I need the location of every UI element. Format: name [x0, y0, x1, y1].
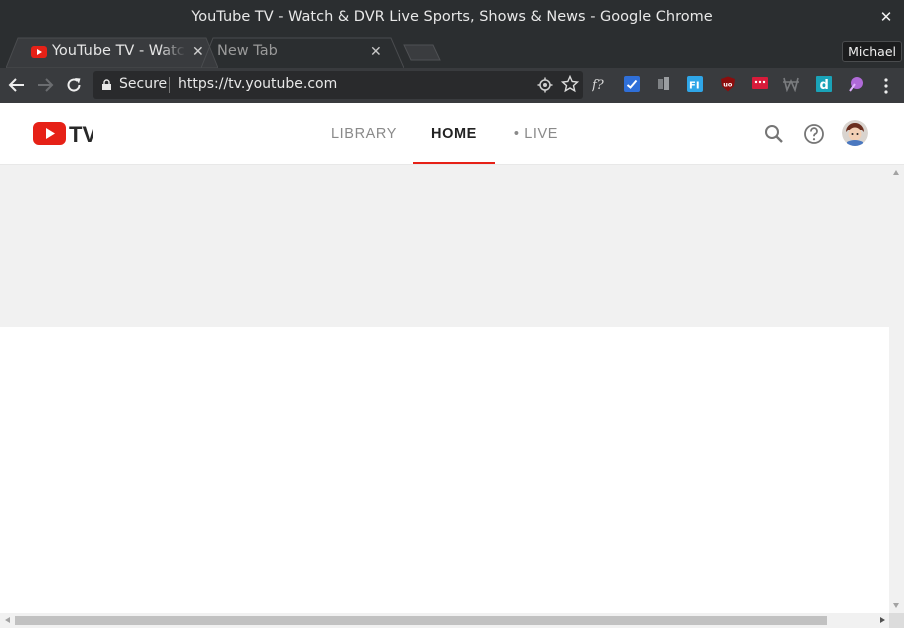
back-arrow-icon[interactable]	[8, 76, 26, 94]
secure-label: Secure	[119, 76, 168, 92]
scroll-up-arrow-icon[interactable]	[893, 170, 899, 175]
svg-text:d: d	[820, 78, 829, 92]
avatar[interactable]	[842, 120, 868, 146]
svg-text:FI: FI	[689, 81, 700, 92]
youtube-favicon-icon	[31, 46, 47, 58]
scroll-left-arrow-icon[interactable]	[5, 617, 10, 623]
red-dots-extension-icon[interactable]	[752, 76, 768, 92]
hero-banner-placeholder	[0, 165, 889, 327]
horizontal-scroll-thumb[interactable]	[15, 616, 827, 625]
address-bar[interactable]: Secure https://tv.youtube.com	[93, 71, 583, 99]
scroll-down-arrow-icon[interactable]	[893, 603, 899, 608]
tab-youtube-tv[interactable]: YouTube TV - Watch & DVR Live Sports, Sh…	[6, 37, 218, 68]
page-viewport: TV LIBRARY HOME • LIVE	[0, 103, 904, 628]
youtube-tv-header: TV LIBRARY HOME • LIVE	[0, 103, 904, 165]
tab-close-icon[interactable]: ✕	[370, 44, 382, 60]
vertical-scrollbar[interactable]	[889, 165, 904, 613]
svg-text:f?: f?	[592, 78, 605, 92]
nav-tab-library[interactable]: LIBRARY	[321, 103, 407, 164]
new-tab-button[interactable]	[403, 44, 441, 61]
tab-new-tab[interactable]: New Tab ✕	[201, 37, 404, 68]
youtube-tv-logo[interactable]: TV	[33, 120, 93, 146]
nav-tab-home[interactable]: HOME	[413, 103, 495, 164]
horizontal-scrollbar[interactable]	[0, 613, 889, 628]
tab-label: New Tab	[217, 43, 278, 59]
d-extension-icon[interactable]: d	[816, 76, 832, 92]
w-extension-icon[interactable]	[783, 76, 799, 92]
close-icon[interactable]: ✕	[878, 9, 894, 25]
fx-icon[interactable]: f?	[592, 76, 608, 92]
tab-strip: YouTube TV - Watch & DVR Live Sports, Sh…	[0, 35, 904, 68]
omnibox-divider	[169, 77, 170, 93]
help-icon[interactable]	[803, 123, 825, 145]
url-text[interactable]: https://tv.youtube.com	[178, 76, 337, 92]
nav-tab-live[interactable]: • LIVE	[500, 103, 572, 164]
scrollbar-corner	[889, 613, 904, 628]
reload-icon[interactable]	[65, 76, 83, 94]
profile-button[interactable]: Michael	[842, 41, 902, 62]
purple-extension-icon[interactable]	[848, 76, 864, 92]
forward-arrow-icon[interactable]	[36, 76, 54, 94]
location-target-icon[interactable]	[537, 77, 553, 93]
content-area	[0, 327, 889, 613]
ublock-origin-icon[interactable]: uo	[720, 76, 736, 92]
chrome-menu-icon[interactable]	[880, 77, 892, 95]
bookmark-star-icon[interactable]	[561, 75, 579, 93]
svg-text:TV: TV	[69, 122, 93, 146]
fi-extension-icon[interactable]: FI	[687, 76, 703, 92]
scroll-right-arrow-icon[interactable]	[880, 617, 885, 623]
search-icon[interactable]	[763, 123, 785, 145]
tab-label: YouTube TV - Watch & DVR Live Sports, Sh…	[52, 43, 186, 59]
window-titlebar: YouTube TV - Watch & DVR Live Sports, Sh…	[0, 0, 904, 35]
window-title: YouTube TV - Watch & DVR Live Sports, Sh…	[191, 9, 713, 25]
lock-icon	[102, 79, 111, 90]
blue-check-extension-icon[interactable]	[624, 76, 640, 92]
browser-toolbar: Secure https://tv.youtube.com f? FI uo 3…	[0, 68, 904, 165]
gray-bars-extension-icon[interactable]	[656, 76, 672, 92]
svg-text:uo: uo	[723, 81, 733, 89]
